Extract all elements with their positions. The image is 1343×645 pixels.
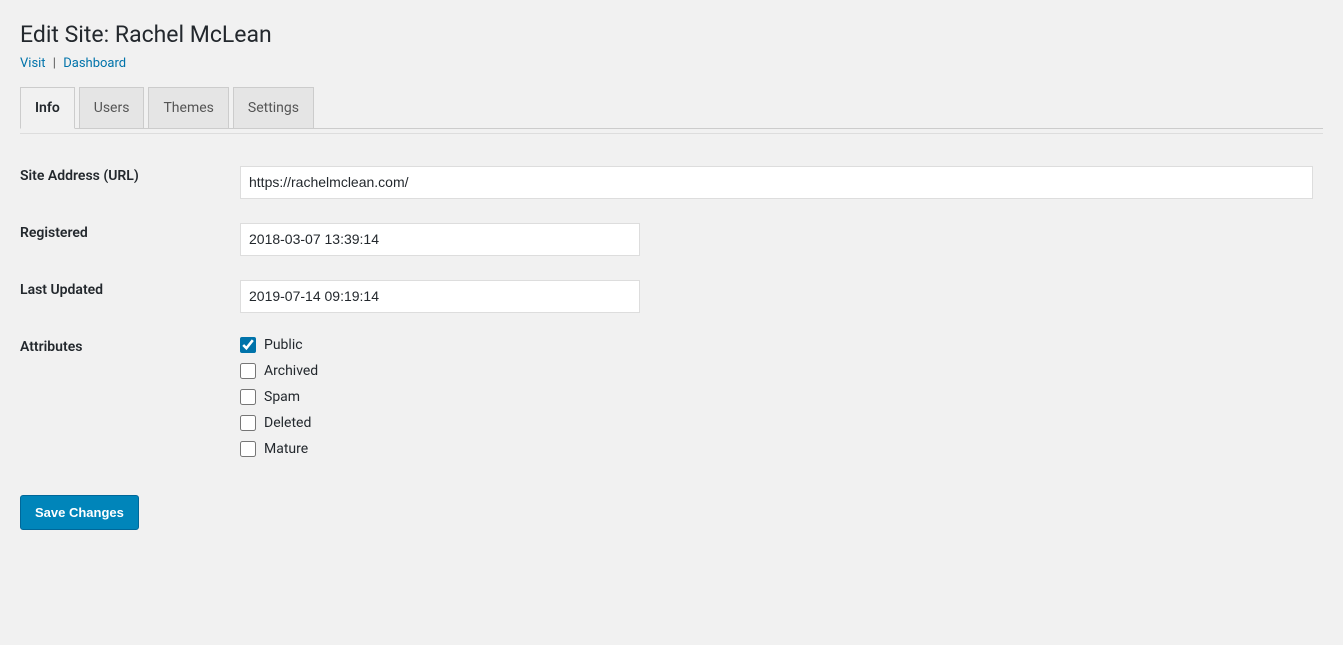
checkbox-text-mature: Mature	[264, 441, 308, 457]
last-updated-row: Last Updated	[20, 268, 1323, 325]
checkbox-text-spam: Spam	[264, 389, 300, 405]
breadcrumb: Visit | Dashboard	[20, 56, 1323, 71]
tab-themes[interactable]: Themes	[148, 87, 228, 128]
attributes-row: Attributes Public Archived Spam Deleted Matu…	[20, 325, 1323, 479]
dashboard-link[interactable]: Dashboard	[63, 56, 126, 71]
registered-input[interactable]	[240, 223, 640, 256]
checkbox-archived[interactable]	[240, 363, 256, 379]
checkbox-label-spam[interactable]: Spam	[240, 389, 1313, 405]
last-updated-label: Last Updated	[20, 282, 103, 298]
checkbox-label-mature[interactable]: Mature	[240, 441, 1313, 457]
checkbox-text-public: Public	[264, 337, 303, 353]
visit-link[interactable]: Visit	[20, 56, 46, 71]
checkbox-deleted[interactable]	[240, 415, 256, 431]
checkbox-label-deleted[interactable]: Deleted	[240, 415, 1313, 431]
registered-label: Registered	[20, 225, 88, 241]
checkbox-mature[interactable]	[240, 441, 256, 457]
breadcrumb-separator: |	[53, 56, 56, 71]
last-updated-input[interactable]	[240, 280, 640, 313]
tab-settings[interactable]: Settings	[233, 87, 314, 128]
page-title: Edit Site: Rachel McLean	[20, 20, 1323, 50]
save-changes-button[interactable]: Save Changes	[20, 495, 139, 531]
form-table: Site Address (URL) Registered	[20, 154, 1323, 479]
tab-users[interactable]: Users	[79, 87, 145, 128]
checkbox-text-archived: Archived	[264, 363, 318, 379]
tab-info[interactable]: Info	[20, 87, 75, 129]
checkbox-public[interactable]	[240, 337, 256, 353]
registered-row: Registered	[20, 211, 1323, 268]
attributes-checkboxes: Public Archived Spam Deleted Mature	[240, 325, 1323, 479]
form-area: Site Address (URL) Registered	[20, 134, 1323, 551]
page-wrapper: Edit Site: Rachel McLean Visit | Dashboa…	[0, 0, 1343, 590]
site-address-label: Site Address (URL)	[20, 168, 139, 184]
checkbox-text-deleted: Deleted	[264, 415, 311, 431]
attributes-label: Attributes	[20, 339, 82, 355]
checkbox-label-public[interactable]: Public	[240, 337, 1313, 353]
site-address-row: Site Address (URL)	[20, 154, 1323, 211]
tab-bar: Info Users Themes Settings	[20, 87, 1323, 129]
checkbox-spam[interactable]	[240, 389, 256, 405]
site-address-input[interactable]	[240, 166, 1313, 199]
checkbox-label-archived[interactable]: Archived	[240, 363, 1313, 379]
